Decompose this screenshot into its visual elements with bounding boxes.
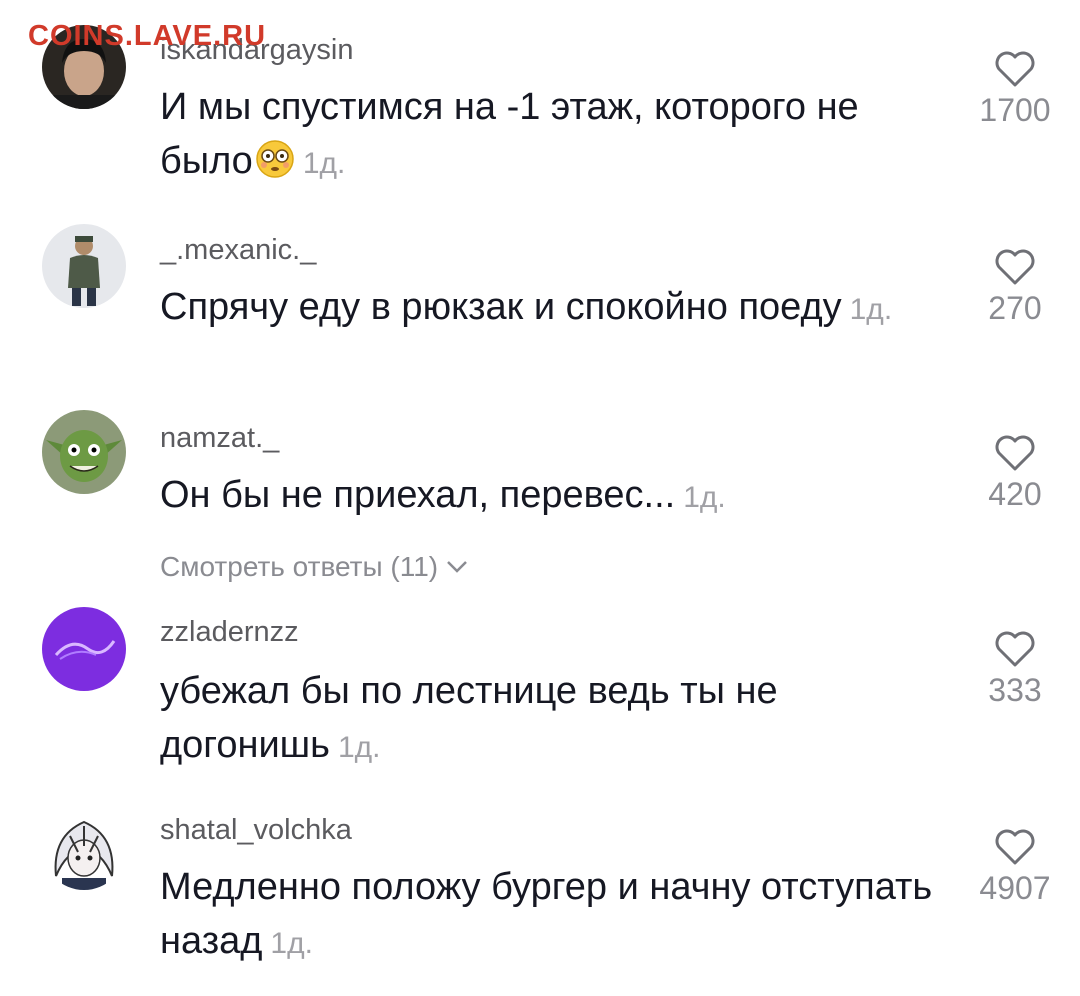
- flushed-face-icon: [256, 140, 294, 178]
- like-count: 4907: [979, 870, 1051, 906]
- comment-text: Медленно положу бургер и начну отступать…: [160, 866, 933, 962]
- like-count: 420: [988, 476, 1042, 512]
- view-replies-link[interactable]: Смотреть ответы (11): [160, 553, 468, 581]
- comment-time: 1д.: [337, 731, 381, 764]
- heart-outline-icon: [995, 829, 1035, 865]
- comment-username[interactable]: zzladernzz: [160, 618, 299, 647]
- like-button[interactable]: 420: [965, 434, 1065, 510]
- like-button[interactable]: 4907: [965, 828, 1065, 904]
- comment-time: 1д.: [849, 293, 893, 326]
- like-count: 270: [988, 290, 1042, 326]
- like-button[interactable]: 1700: [965, 50, 1065, 126]
- comment-time: 1д.: [302, 147, 346, 180]
- like-count: 333: [988, 672, 1042, 708]
- heart-outline-icon: [995, 435, 1035, 471]
- like-button[interactable]: 333: [965, 630, 1065, 706]
- comment-text: Он бы не приехал, перевес... 1д.: [160, 474, 726, 516]
- heart-outline-icon: [995, 631, 1035, 667]
- heart-outline-icon: [995, 249, 1035, 285]
- like-count: 1700: [979, 92, 1051, 128]
- avatar[interactable]: [42, 806, 126, 890]
- comment-username[interactable]: shatal_volchka: [160, 816, 352, 845]
- comment-text: И мы спустимся на -1 этаж, которого не б…: [160, 86, 859, 182]
- comment-text: Спрячу еду в рюкзак и спокойно поеду 1д.: [160, 286, 893, 328]
- comment-time: 1д.: [270, 927, 313, 960]
- comment-username[interactable]: _.mexanic._: [160, 236, 316, 265]
- chevron-down-icon: [447, 561, 467, 573]
- watermark: COINS.LAVE.RU: [28, 20, 267, 52]
- avatar[interactable]: [42, 224, 126, 308]
- avatar[interactable]: [42, 607, 126, 691]
- comment-time: 1д.: [683, 481, 726, 514]
- comment-username[interactable]: namzat._: [160, 424, 279, 453]
- like-button[interactable]: 270: [965, 248, 1065, 324]
- heart-outline-icon: [995, 51, 1035, 87]
- comment-text: убежал бы по лестнице ведь ты не догониш…: [160, 670, 778, 766]
- avatar[interactable]: [42, 410, 126, 494]
- view-replies-label: Смотреть ответы (11): [160, 551, 439, 582]
